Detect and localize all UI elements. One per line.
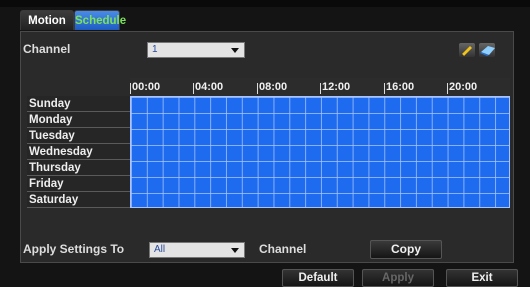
eraser-icon-glyph <box>480 46 495 56</box>
channel-select[interactable]: 1 <box>147 42 245 58</box>
hour-label: 16:00 <box>383 81 415 94</box>
apply-select-value: All <box>154 244 166 255</box>
hour-label: 00:00 <box>129 81 161 94</box>
apply-button[interactable]: Apply <box>362 269 434 287</box>
pencil-icon[interactable] <box>459 43 475 57</box>
day-label-saturday: Saturday <box>27 192 130 208</box>
hour-label: 08:00 <box>256 81 288 94</box>
tab-motion[interactable]: Motion <box>20 10 74 30</box>
schedule-grid: 00:00 04:00 08:00 12:00 16:00 20:00 Sund… <box>27 78 513 230</box>
hour-header: 00:00 04:00 08:00 12:00 16:00 20:00 <box>129 78 510 96</box>
tab-schedule[interactable]: Schedule <box>74 10 126 30</box>
hour-label: 12:00 <box>319 81 351 94</box>
day-label-thursday: Thursday <box>27 160 130 176</box>
schedule-time-grid[interactable] <box>130 96 510 208</box>
channel-suffix-label: Channel <box>259 242 307 256</box>
copy-button[interactable]: Copy <box>370 240 442 259</box>
eraser-icon[interactable] <box>479 43 495 57</box>
exit-button[interactable]: Exit <box>446 269 518 287</box>
day-label-friday: Friday <box>27 176 130 192</box>
channel-select-value: 1 <box>152 44 158 55</box>
schedule-panel: Channel 1 00:00 04:00 08:00 12:00 16:00 … <box>20 31 514 263</box>
top-bar <box>0 0 530 7</box>
chevron-down-icon <box>231 48 239 53</box>
day-labels: Sunday Monday Tuesday Wednesday Thursday… <box>27 96 130 208</box>
chevron-down-icon <box>231 248 239 253</box>
hour-label: 20:00 <box>446 81 478 94</box>
day-label-monday: Monday <box>27 112 130 128</box>
day-label-tuesday: Tuesday <box>27 128 130 144</box>
hour-label: 04:00 <box>192 81 224 94</box>
day-label-sunday: Sunday <box>27 96 130 112</box>
apply-settings-label: Apply Settings To <box>23 242 125 256</box>
default-button[interactable]: Default <box>282 269 354 287</box>
day-label-wednesday: Wednesday <box>27 144 130 160</box>
pencil-icon-glyph <box>461 46 472 57</box>
channel-label: Channel <box>23 42 71 56</box>
apply-channel-select[interactable]: All <box>149 242 245 258</box>
